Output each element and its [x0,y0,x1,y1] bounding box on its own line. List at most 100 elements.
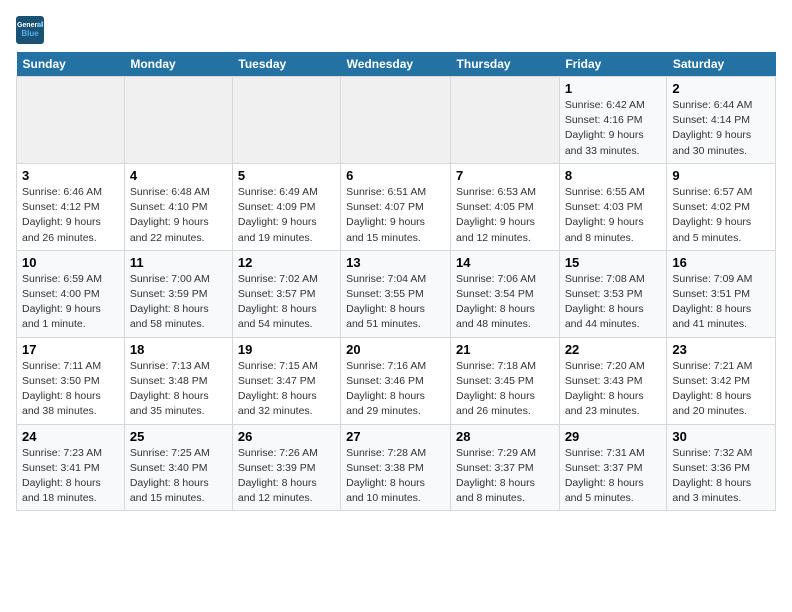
day-info: Sunrise: 6:59 AMSunset: 4:00 PMDaylight:… [22,272,119,333]
day-info: Sunrise: 7:16 AMSunset: 3:46 PMDaylight:… [346,359,445,420]
svg-text:Blue: Blue [21,29,39,38]
calendar-table: SundayMondayTuesdayWednesdayThursdayFrid… [16,52,776,511]
weekday-header: Friday [559,52,667,77]
day-info: Sunrise: 7:08 AMSunset: 3:53 PMDaylight:… [565,272,662,333]
day-info: Sunrise: 7:02 AMSunset: 3:57 PMDaylight:… [238,272,335,333]
weekday-header: Wednesday [341,52,451,77]
day-info: Sunrise: 7:25 AMSunset: 3:40 PMDaylight:… [130,446,227,507]
calendar-cell: 26 Sunrise: 7:26 AMSunset: 3:39 PMDayligh… [232,424,340,511]
calendar-cell [17,77,125,164]
calendar-cell [124,77,232,164]
day-number: 11 [130,255,227,270]
day-info: Sunrise: 7:04 AMSunset: 3:55 PMDaylight:… [346,272,445,333]
calendar-cell: 10 Sunrise: 6:59 AMSunset: 4:00 PMDayligh… [17,250,125,337]
calendar-cell: 18 Sunrise: 7:13 AMSunset: 3:48 PMDayligh… [124,337,232,424]
day-info: Sunrise: 6:44 AMSunset: 4:14 PMDaylight:… [672,98,770,159]
day-number: 18 [130,342,227,357]
weekday-header: Monday [124,52,232,77]
day-info: Sunrise: 6:57 AMSunset: 4:02 PMDaylight:… [672,185,770,246]
calendar-cell: 3 Sunrise: 6:46 AMSunset: 4:12 PMDaylight… [17,163,125,250]
day-info: Sunrise: 6:53 AMSunset: 4:05 PMDaylight:… [456,185,554,246]
day-info: Sunrise: 7:23 AMSunset: 3:41 PMDaylight:… [22,446,119,507]
day-number: 2 [672,81,770,96]
day-info: Sunrise: 7:26 AMSunset: 3:39 PMDaylight:… [238,446,335,507]
weekday-header: Thursday [451,52,560,77]
day-info: Sunrise: 6:42 AMSunset: 4:16 PMDaylight:… [565,98,662,159]
logo-icon: General Blue [16,16,44,44]
day-info: Sunrise: 6:48 AMSunset: 4:10 PMDaylight:… [130,185,227,246]
day-info: Sunrise: 7:18 AMSunset: 3:45 PMDaylight:… [456,359,554,420]
calendar-cell: 6Sunrise: 6:51 AMSunset: 4:07 PMDaylight… [341,163,451,250]
day-info: Sunrise: 7:06 AMSunset: 3:54 PMDaylight:… [456,272,554,333]
calendar-cell: 12 Sunrise: 7:02 AMSunset: 3:57 PMDayligh… [232,250,340,337]
day-number: 14 [456,255,554,270]
day-number: 27 [346,429,445,444]
day-number: 13 [346,255,445,270]
day-number: 28 [456,429,554,444]
calendar-cell: 5 Sunrise: 6:49 AMSunset: 4:09 PMDaylight… [232,163,340,250]
calendar-cell: 11 Sunrise: 7:00 AMSunset: 3:59 PMDayligh… [124,250,232,337]
day-number: 8 [565,168,662,183]
day-number: 10 [22,255,119,270]
day-number: 16 [672,255,770,270]
calendar-cell: 2 Sunrise: 6:44 AMSunset: 4:14 PMDaylight… [667,77,776,164]
calendar-cell [341,77,451,164]
day-info: Sunrise: 7:20 AMSunset: 3:43 PMDaylight:… [565,359,662,420]
calendar-cell [232,77,340,164]
calendar-cell [451,77,560,164]
day-info: Sunrise: 6:49 AMSunset: 4:09 PMDaylight:… [238,185,335,246]
day-number: 20 [346,342,445,357]
calendar-cell: 13 Sunrise: 7:04 AMSunset: 3:55 PMDayligh… [341,250,451,337]
day-info: Sunrise: 7:11 AMSunset: 3:50 PMDaylight:… [22,359,119,420]
weekday-header: Tuesday [232,52,340,77]
calendar-cell: 7 Sunrise: 6:53 AMSunset: 4:05 PMDaylight… [451,163,560,250]
day-number: 6 [346,168,445,183]
day-info: Sunrise: 7:28 AMSunset: 3:38 PMDaylight:… [346,446,445,507]
calendar-cell: 19 Sunrise: 7:15 AMSunset: 3:47 PMDayligh… [232,337,340,424]
day-info: Sunrise: 7:21 AMSunset: 3:42 PMDaylight:… [672,359,770,420]
calendar-cell: 9 Sunrise: 6:57 AMSunset: 4:02 PMDaylight… [667,163,776,250]
day-info: Sunrise: 7:15 AMSunset: 3:47 PMDaylight:… [238,359,335,420]
day-number: 19 [238,342,335,357]
calendar-cell: 30 Sunrise: 7:32 AMSunset: 3:36 PMDayligh… [667,424,776,511]
day-number: 21 [456,342,554,357]
calendar-cell: 22 Sunrise: 7:20 AMSunset: 3:43 PMDayligh… [559,337,667,424]
calendar-cell: 15 Sunrise: 7:08 AMSunset: 3:53 PMDayligh… [559,250,667,337]
day-info: Sunrise: 6:46 AMSunset: 4:12 PMDaylight:… [22,185,119,246]
day-number: 9 [672,168,770,183]
day-number: 26 [238,429,335,444]
day-info: Sunrise: 7:32 AMSunset: 3:36 PMDaylight:… [672,446,770,507]
day-info: Sunrise: 7:29 AMSunset: 3:37 PMDaylight:… [456,446,554,507]
day-number: 3 [22,168,119,183]
day-number: 29 [565,429,662,444]
day-number: 7 [456,168,554,183]
weekday-header: Saturday [667,52,776,77]
logo: General Blue [16,16,48,44]
day-info: Sunrise: 7:00 AMSunset: 3:59 PMDaylight:… [130,272,227,333]
day-number: 17 [22,342,119,357]
calendar-cell: 8 Sunrise: 6:55 AMSunset: 4:03 PMDaylight… [559,163,667,250]
day-number: 12 [238,255,335,270]
calendar-cell: 28 Sunrise: 7:29 AMSunset: 3:37 PMDayligh… [451,424,560,511]
calendar-cell: 14 Sunrise: 7:06 AMSunset: 3:54 PMDayligh… [451,250,560,337]
calendar-cell: 27 Sunrise: 7:28 AMSunset: 3:38 PMDayligh… [341,424,451,511]
day-number: 24 [22,429,119,444]
day-info: Sunrise: 7:09 AMSunset: 3:51 PMDaylight:… [672,272,770,333]
day-info: Sunrise: 6:55 AMSunset: 4:03 PMDaylight:… [565,185,662,246]
day-number: 5 [238,168,335,183]
day-number: 22 [565,342,662,357]
day-number: 15 [565,255,662,270]
day-number: 23 [672,342,770,357]
calendar-cell: 16 Sunrise: 7:09 AMSunset: 3:51 PMDayligh… [667,250,776,337]
calendar-cell: 20 Sunrise: 7:16 AMSunset: 3:46 PMDayligh… [341,337,451,424]
day-number: 25 [130,429,227,444]
day-number: 4 [130,168,227,183]
calendar-cell: 21 Sunrise: 7:18 AMSunset: 3:45 PMDayligh… [451,337,560,424]
day-info: Sunrise: 7:31 AMSunset: 3:37 PMDaylight:… [565,446,662,507]
calendar-cell: 29 Sunrise: 7:31 AMSunset: 3:37 PMDayligh… [559,424,667,511]
weekday-header: Sunday [17,52,125,77]
calendar-cell: 17 Sunrise: 7:11 AMSunset: 3:50 PMDayligh… [17,337,125,424]
calendar-cell: 1Sunrise: 6:42 AMSunset: 4:16 PMDaylight… [559,77,667,164]
day-number: 30 [672,429,770,444]
day-info: Sunrise: 7:13 AMSunset: 3:48 PMDaylight:… [130,359,227,420]
